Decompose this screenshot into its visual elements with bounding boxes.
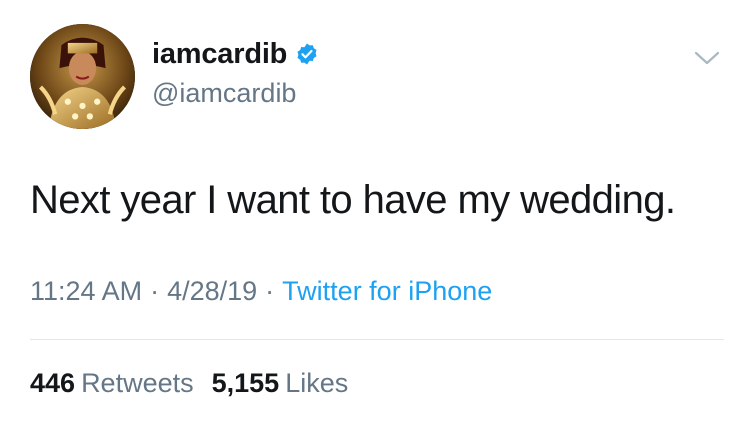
retweets-count: 446 — [30, 368, 76, 398]
display-name[interactable]: iamcardib — [152, 38, 287, 71]
divider — [30, 339, 724, 340]
verified-badge-icon — [295, 42, 319, 66]
retweets-stat[interactable]: 446 Retweets — [30, 368, 194, 398]
avatar-photo — [30, 24, 135, 129]
likes-stat[interactable]: 5,155 Likes — [212, 368, 349, 398]
tweet-date: 4/28/19 — [167, 276, 258, 306]
likes-count: 5,155 — [211, 368, 280, 398]
display-name-row: iamcardib — [152, 36, 319, 72]
tweet-card: iamcardib @iamcardib Next year I want to… — [0, 0, 750, 421]
tweet-source-link[interactable]: Twitter for iPhone — [282, 276, 492, 306]
tweet-stats: 446 Retweets 5,155 Likes — [30, 368, 348, 399]
meta-separator: · — [150, 276, 160, 306]
tweet-meta: 11:24 AM · 4/28/19 · Twitter for iPhone — [30, 276, 492, 307]
retweets-label: Retweets — [81, 368, 194, 398]
meta-separator: · — [265, 276, 275, 306]
likes-label: Likes — [285, 368, 349, 398]
user-handle[interactable]: @iamcardib — [152, 78, 296, 109]
chevron-down-icon[interactable] — [694, 48, 720, 68]
tweet-text: Next year I want to have my wedding. — [30, 178, 676, 222]
avatar[interactable] — [30, 24, 135, 129]
tweet-time: 11:24 AM — [30, 276, 143, 306]
